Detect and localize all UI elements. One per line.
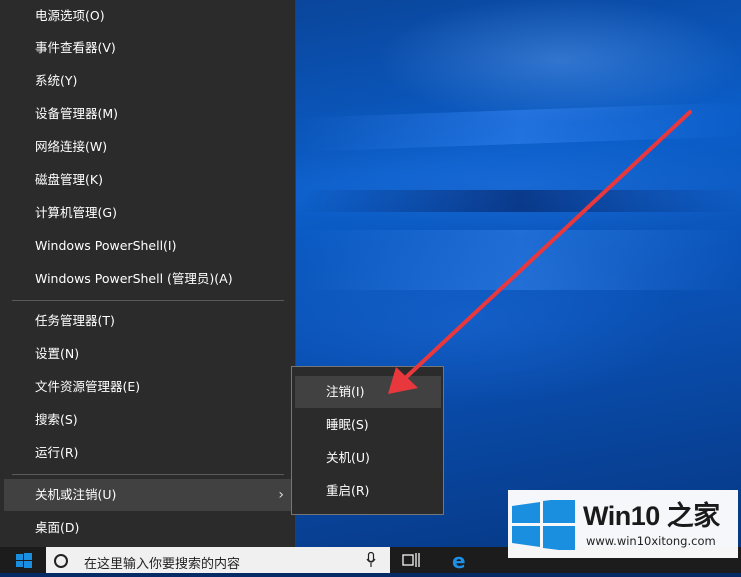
start-button[interactable]	[0, 547, 46, 573]
search-box[interactable]: 在这里输入你要搜索的内容	[46, 547, 390, 573]
watermark-title: Win10 之家	[583, 501, 720, 531]
site-watermark: Win10 之家 www.win10xitong.com	[508, 490, 738, 558]
windows-logo-icon	[512, 500, 575, 550]
watermark-url: www.win10xitong.com	[586, 534, 716, 548]
task-view-icon[interactable]	[402, 552, 420, 568]
microphone-icon[interactable]	[366, 552, 376, 568]
search-placeholder: 在这里输入你要搜索的内容	[84, 557, 241, 572]
windows-logo-icon	[16, 553, 32, 568]
annotation-arrow	[388, 110, 692, 394]
cortana-icon	[54, 554, 68, 568]
edge-browser-icon[interactable]: e	[452, 551, 466, 571]
